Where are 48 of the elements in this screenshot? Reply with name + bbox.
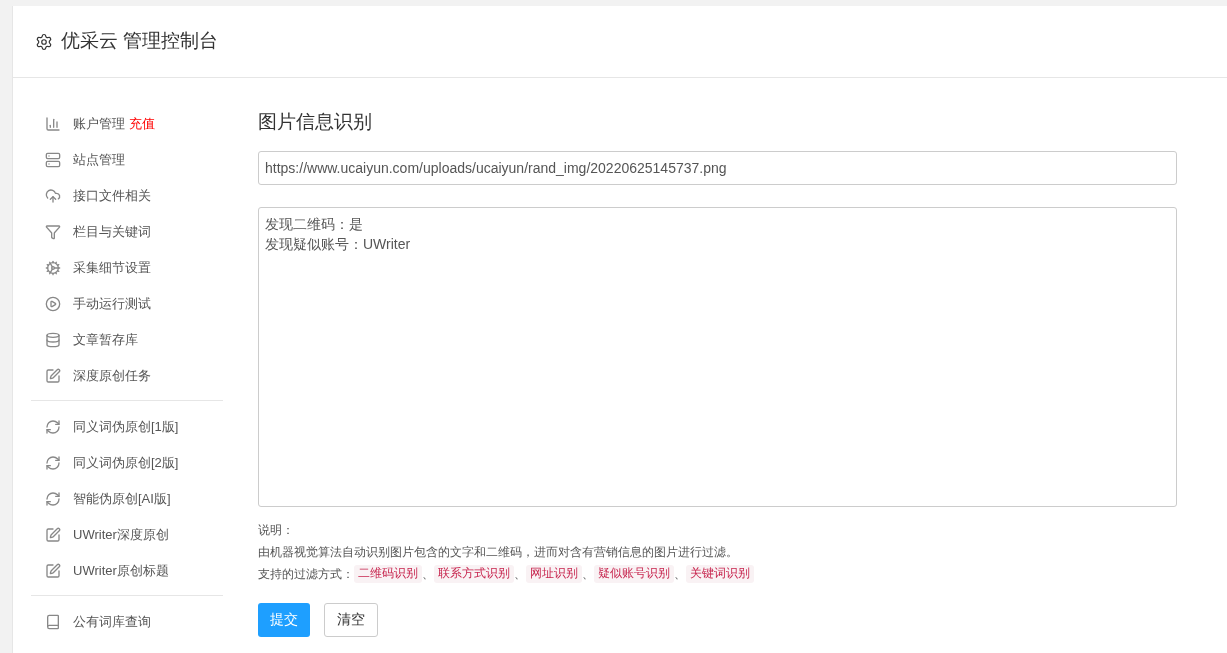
clear-button[interactable]: 清空: [324, 602, 378, 637]
edit-icon: [45, 527, 61, 543]
sidebar-item[interactable]: UWriter原创标题: [31, 553, 223, 589]
console-title: 优采云 管理控制台: [61, 29, 219, 54]
filter-tag: 二维码识别: [354, 564, 422, 583]
filters-label: 支持的过滤方式：: [258, 565, 354, 583]
result-line: 发现二维码：是: [265, 214, 363, 234]
filter-tag: 网址识别: [526, 564, 582, 583]
result-line: 发现疑似账号：UWriter: [265, 234, 411, 254]
refresh-icon: [45, 455, 61, 471]
sidebar-item[interactable]: 采集细节设置: [31, 250, 223, 286]
refresh-icon: [45, 491, 61, 507]
sidebar-item[interactable]: 栏目与关键词: [31, 214, 223, 250]
recharge-link[interactable]: 充值: [129, 114, 155, 134]
sidebar-item[interactable]: 账户管理 充值: [31, 106, 223, 142]
sidebar-item[interactable]: 接口文件相关: [31, 178, 223, 214]
sidebar-item[interactable]: 公有词库查询: [31, 604, 223, 640]
sidebar-item[interactable]: 智能伪原创[AI版]: [31, 481, 223, 517]
note-title: 说明：: [258, 521, 295, 539]
play-icon: [45, 296, 61, 312]
refresh-icon: [45, 419, 61, 435]
filter-tag: 联系方式识别: [434, 564, 514, 583]
sidebar-item[interactable]: 深度原创任务: [31, 358, 223, 394]
edit-icon: [45, 368, 61, 384]
separator: 、: [582, 565, 594, 583]
settings-icon: [35, 32, 53, 51]
bar-chart-icon: [45, 116, 61, 132]
cloud-upload-icon: [45, 188, 61, 204]
server-icon: [45, 152, 61, 168]
url-field[interactable]: https://www.ucaiyun.com/uploads/ucaiyun/rand_img/20220625145737.png: [258, 150, 1177, 185]
sidebar-item[interactable]: 手动运行测试: [31, 286, 223, 322]
filter-tag: 疑似账号识别: [594, 564, 674, 583]
result-field[interactable]: 发现二维码：是 发现疑似账号：UWriter: [258, 206, 1177, 507]
separator: 、: [674, 565, 686, 583]
section-heading: 图片信息识别: [258, 110, 373, 134]
edit-icon: [45, 563, 61, 579]
database-icon: [45, 332, 61, 348]
filter-icon: [45, 224, 61, 240]
sidebar-item[interactable]: 文章暂存库: [31, 322, 223, 358]
note-text: 由机器视觉算法自动识别图片包含的文字和二维码，进而对含有营销信息的图片进行过滤。: [258, 543, 739, 561]
separator: 、: [422, 565, 434, 583]
sidebar-item[interactable]: 同义词伪原创[2版]: [31, 445, 223, 481]
filter-tag: 关键词识别: [686, 564, 754, 583]
separator: 、: [514, 565, 526, 583]
book-icon: [45, 614, 61, 630]
sidebar-item[interactable]: UWriter深度原创: [31, 517, 223, 553]
sidebar-item[interactable]: 同义词伪原创[1版]: [31, 409, 223, 445]
sidebar-item[interactable]: 站点管理: [31, 142, 223, 178]
